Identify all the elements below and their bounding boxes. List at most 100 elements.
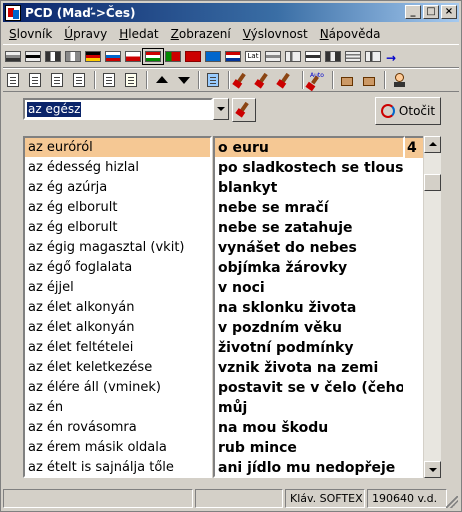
scroll-down-button[interactable] — [424, 461, 441, 478]
source-word-row[interactable]: az élet keletkezése — [25, 358, 210, 378]
translation-row[interactable]: nebe se mračí — [215, 198, 403, 218]
maximize-button[interactable]: □ — [423, 5, 439, 19]
translation-row[interactable]: po sladkostech se tloustn — [215, 158, 403, 178]
brush-icon-1[interactable] — [235, 72, 253, 88]
scroll-thumb[interactable] — [424, 174, 441, 191]
source-word-row[interactable]: az én rovásomra — [25, 418, 210, 438]
source-word-row[interactable]: az ég azúrja — [25, 178, 210, 198]
flag-icon-1[interactable] — [5, 50, 21, 62]
source-word-row[interactable]: az ég elborult — [25, 198, 210, 218]
source-word-row[interactable]: az éjjel — [25, 278, 210, 298]
document-icon-3[interactable] — [49, 72, 67, 88]
toolbar-separator — [146, 71, 148, 89]
menu-zobrazeni[interactable]: Zobrazení — [165, 27, 237, 41]
translation-list[interactable]: o euru po sladkostech se tloustn blankyt ne… — [213, 136, 405, 478]
flag-icon-17[interactable] — [325, 50, 341, 62]
source-word-row[interactable]: az élet alkonyán — [25, 318, 210, 338]
flag-icon-16[interactable] — [305, 50, 321, 62]
translation-row[interactable]: na mou škodu — [215, 418, 403, 438]
status-bar: Kláv. SOFTEX 190640 v.d. — [3, 488, 459, 509]
clear-brush-button[interactable] — [232, 98, 256, 122]
source-word-row[interactable]: az édesség hizlal — [25, 158, 210, 178]
translation-row[interactable]: na sklonku života — [215, 298, 403, 318]
document-icon-4[interactable] — [71, 72, 89, 88]
flag-slovakia-icon[interactable] — [105, 50, 121, 62]
arrow-down-icon[interactable] — [175, 72, 193, 88]
arrow-right-icon[interactable]: → — [385, 48, 399, 65]
flag-portugal-icon[interactable] — [165, 50, 181, 62]
menu-slovnik[interactable]: Slovník — [3, 27, 58, 41]
flag-icon-15[interactable] — [285, 50, 301, 62]
otocit-label: Otočit — [398, 104, 436, 118]
flag-netherlands-icon[interactable] — [225, 50, 241, 62]
house-icon-2[interactable] — [361, 72, 379, 88]
source-word-row[interactable]: az euróról — [25, 138, 210, 158]
translation-row[interactable]: vznik života na zemi — [215, 358, 403, 378]
picture-icon[interactable] — [205, 72, 223, 88]
translation-row[interactable]: v noci — [215, 278, 403, 298]
toolbar-separator — [332, 71, 334, 89]
translation-row[interactable]: můj — [215, 398, 403, 418]
translation-row[interactable]: objímka žárovky — [215, 258, 403, 278]
auto-icon[interactable]: Auto — [309, 72, 327, 88]
flag-icon-14[interactable] — [265, 50, 281, 62]
source-word-row[interactable]: az élére áll (vminek) — [25, 378, 210, 398]
search-input[interactable]: az egész — [23, 98, 213, 120]
translation-row[interactable]: životní podmínky — [215, 338, 403, 358]
latin-icon[interactable]: Lat — [245, 50, 261, 62]
menu-upravy[interactable]: Úpravy — [58, 27, 113, 41]
source-word-row[interactable]: az élet alkonyán — [25, 298, 210, 318]
translation-row[interactable]: o euru — [215, 138, 403, 158]
translation-row[interactable]: blankyt — [215, 178, 403, 198]
source-word-row[interactable]: az élet feltételei — [25, 338, 210, 358]
document-icon-2[interactable] — [27, 72, 45, 88]
minimize-button[interactable]: _ — [405, 5, 421, 19]
translation-row[interactable]: postavit se v čelo (čeho) — [215, 378, 403, 398]
resize-grip[interactable] — [446, 496, 458, 508]
arrow-up-icon[interactable] — [153, 72, 171, 88]
translation-row[interactable]: ani jídlo mu nedopřeje — [215, 458, 403, 476]
house-icon-1[interactable] — [339, 72, 357, 88]
menu-napoveda[interactable]: Nápověda — [314, 27, 387, 41]
search-input-text: az egész — [27, 102, 82, 117]
app-icon[interactable] — [5, 4, 21, 21]
vertical-scrollbar[interactable] — [424, 136, 441, 478]
menu-hledat[interactable]: Hledat — [113, 27, 164, 41]
close-button[interactable]: × — [441, 5, 457, 19]
flag-icon-18[interactable] — [345, 50, 361, 62]
translation-row[interactable]: vynášet do nebes — [215, 238, 403, 258]
flag-denmark-icon[interactable] — [185, 50, 201, 62]
flag-icon-19[interactable] — [365, 50, 381, 62]
brush-icon-2[interactable] — [257, 72, 275, 88]
source-word-row[interactable]: az égig magasztal (vkit) — [25, 238, 210, 258]
otocit-button[interactable]: Otočit — [375, 97, 441, 125]
source-word-row[interactable]: az ételt is sajnálja tőle — [25, 458, 210, 476]
search-dropdown-button[interactable] — [213, 98, 229, 120]
flag-sweden-icon[interactable] — [205, 50, 221, 62]
status-pane-1 — [3, 489, 193, 508]
brush-icon-3[interactable] — [279, 72, 297, 88]
source-word-row[interactable]: az égő foglalata — [25, 258, 210, 278]
flag-icon-4[interactable] — [65, 50, 81, 62]
person-icon[interactable] — [391, 72, 409, 88]
menu-vyslovnost[interactable]: Výslovnost — [237, 27, 314, 41]
flag-hungary-icon[interactable] — [142, 47, 164, 65]
copy-icon[interactable] — [101, 72, 119, 88]
paste-icon[interactable] — [123, 72, 141, 88]
toolbar-separator — [384, 71, 386, 89]
source-word-list[interactable]: az euróról az édesség hizlal az ég azúrja a… — [23, 136, 212, 478]
keyboard-status: Kláv. SOFTEX — [285, 489, 365, 508]
flag-germany-icon[interactable] — [85, 50, 101, 62]
source-word-row[interactable]: az én — [25, 398, 210, 418]
source-word-row[interactable]: az érem másik oldala — [25, 438, 210, 458]
source-word-row[interactable]: az ég elborult — [25, 218, 210, 238]
translation-row[interactable]: v pozdním věku — [215, 318, 403, 338]
flag-poland-icon[interactable] — [125, 50, 141, 62]
new-document-icon[interactable] — [5, 72, 23, 88]
flag-icon-2[interactable] — [25, 50, 41, 62]
flag-icon-3[interactable] — [45, 50, 61, 62]
translation-row[interactable]: rub mince — [215, 438, 403, 458]
title-bar[interactable]: PCD (Maď->Čes) _ □ × — [3, 3, 459, 22]
scroll-up-button[interactable] — [424, 136, 441, 153]
translation-row[interactable]: nebe se zatahuje — [215, 218, 403, 238]
